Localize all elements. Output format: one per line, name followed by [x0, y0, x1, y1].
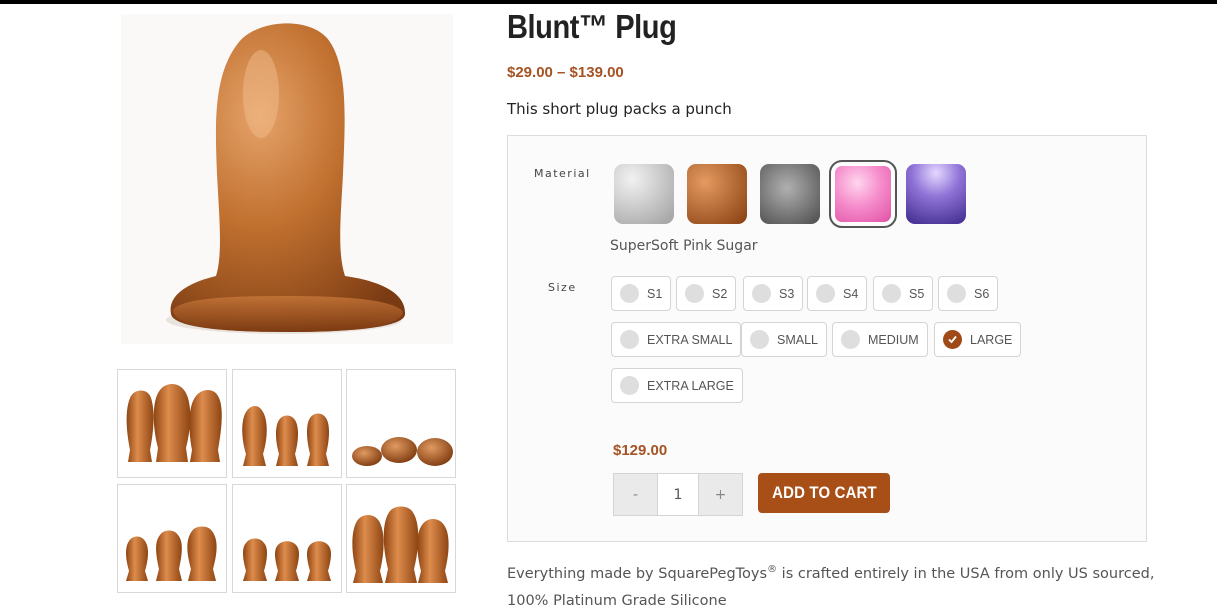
price-range: $29.00 – $139.00	[507, 64, 624, 81]
size-option-s1[interactable]: S1	[611, 276, 672, 311]
add-to-cart-button[interactable]: ADD TO CART	[758, 473, 890, 513]
radio-icon	[752, 284, 771, 303]
radio-icon	[620, 330, 639, 349]
thumbnail[interactable]	[346, 369, 456, 478]
main-product-image[interactable]	[121, 14, 453, 344]
radio-icon	[750, 330, 769, 349]
size-option-extra-large[interactable]: EXTRA LARGE	[611, 368, 743, 403]
size-option-small[interactable]: SMALL	[741, 322, 827, 357]
checkmark-icon	[943, 330, 962, 349]
size-label: Size	[548, 281, 577, 294]
swatch-pink-sugar[interactable]	[829, 160, 897, 228]
swatch-copper[interactable]	[687, 164, 747, 224]
size-option-medium[interactable]: MEDIUM	[832, 322, 928, 357]
thumbnail[interactable]	[232, 369, 342, 478]
add-to-cart-label: ADD TO CART	[771, 483, 877, 502]
radio-icon	[841, 330, 860, 349]
thumbnail[interactable]	[346, 484, 456, 593]
thumbnail[interactable]	[117, 369, 227, 478]
radio-icon	[947, 284, 966, 303]
size-option-s5[interactable]: S5	[873, 276, 934, 311]
radio-icon	[685, 284, 704, 303]
swatch-graphite[interactable]	[760, 164, 820, 224]
size-option-large[interactable]: LARGE	[934, 322, 1022, 357]
radio-icon	[620, 284, 639, 303]
thumbnail[interactable]	[117, 484, 227, 593]
top-bar	[0, 0, 1217, 4]
swatch-purple[interactable]	[906, 164, 966, 224]
radio-icon	[882, 284, 901, 303]
thumbnail[interactable]	[232, 484, 342, 593]
variant-price: $129.00	[613, 442, 668, 459]
size-option-extra-small[interactable]: EXTRA SMALL	[611, 322, 742, 357]
product-options-form: Material SuperSoft Pink Sugar Size S1 S2…	[507, 135, 1147, 542]
decrement-button[interactable]: -	[614, 474, 657, 515]
selected-material-name: SuperSoft Pink Sugar	[610, 238, 758, 254]
radio-icon	[816, 284, 835, 303]
product-title: Blunt™ Plug	[507, 8, 677, 45]
radio-icon	[620, 376, 639, 395]
quantity-input[interactable]	[657, 474, 699, 515]
quantity-stepper: - +	[613, 473, 743, 516]
size-option-s4[interactable]: S4	[807, 276, 868, 311]
size-option-s2[interactable]: S2	[676, 276, 737, 311]
increment-button[interactable]: +	[699, 474, 742, 515]
short-description: This short plug packs a punch	[507, 100, 732, 118]
material-label: Material	[534, 167, 591, 180]
size-option-s6[interactable]: S6	[938, 276, 999, 311]
size-option-s3[interactable]: S3	[743, 276, 804, 311]
swatch-silver[interactable]	[614, 164, 674, 224]
product-long-description: Everything made by SquarePegToys® is cra…	[507, 564, 1155, 609]
registered-mark: ®	[767, 564, 778, 575]
